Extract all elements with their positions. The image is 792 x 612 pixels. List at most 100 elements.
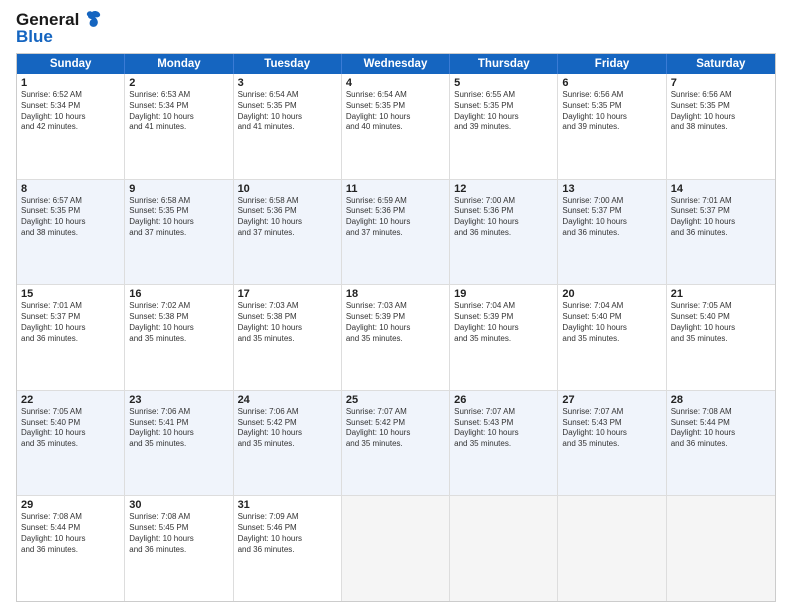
col-header-wednesday: Wednesday (342, 54, 450, 74)
cal-empty-cell (342, 496, 450, 601)
day-number: 14 (671, 183, 771, 195)
cal-day-12: 12Sunrise: 7:00 AMSunset: 5:36 PMDayligh… (450, 180, 558, 285)
cal-day-8: 8Sunrise: 6:57 AMSunset: 5:35 PMDaylight… (17, 180, 125, 285)
day-number: 30 (129, 499, 228, 511)
cal-day-18: 18Sunrise: 7:03 AMSunset: 5:39 PMDayligh… (342, 285, 450, 390)
cal-day-19: 19Sunrise: 7:04 AMSunset: 5:39 PMDayligh… (450, 285, 558, 390)
day-details: Sunrise: 6:54 AMSunset: 5:35 PMDaylight:… (238, 90, 337, 133)
cal-day-22: 22Sunrise: 7:05 AMSunset: 5:40 PMDayligh… (17, 391, 125, 496)
day-details: Sunrise: 6:54 AMSunset: 5:35 PMDaylight:… (346, 90, 445, 133)
day-number: 4 (346, 77, 445, 89)
day-details: Sunrise: 6:58 AMSunset: 5:36 PMDaylight:… (238, 196, 337, 239)
day-details: Sunrise: 7:03 AMSunset: 5:38 PMDaylight:… (238, 301, 337, 344)
cal-day-26: 26Sunrise: 7:07 AMSunset: 5:43 PMDayligh… (450, 391, 558, 496)
day-details: Sunrise: 7:01 AMSunset: 5:37 PMDaylight:… (21, 301, 120, 344)
day-details: Sunrise: 7:01 AMSunset: 5:37 PMDaylight:… (671, 196, 771, 239)
day-number: 29 (21, 499, 120, 511)
day-number: 26 (454, 394, 553, 406)
logo: General Blue (16, 10, 103, 47)
cal-day-10: 10Sunrise: 6:58 AMSunset: 5:36 PMDayligh… (234, 180, 342, 285)
day-details: Sunrise: 6:59 AMSunset: 5:36 PMDaylight:… (346, 196, 445, 239)
day-details: Sunrise: 6:56 AMSunset: 5:35 PMDaylight:… (562, 90, 661, 133)
day-number: 11 (346, 183, 445, 195)
day-details: Sunrise: 7:04 AMSunset: 5:40 PMDaylight:… (562, 301, 661, 344)
col-header-friday: Friday (558, 54, 666, 74)
day-details: Sunrise: 6:57 AMSunset: 5:35 PMDaylight:… (21, 196, 120, 239)
cal-day-25: 25Sunrise: 7:07 AMSunset: 5:42 PMDayligh… (342, 391, 450, 496)
cal-day-30: 30Sunrise: 7:08 AMSunset: 5:45 PMDayligh… (125, 496, 233, 601)
cal-week-1: 1Sunrise: 6:52 AMSunset: 5:34 PMDaylight… (17, 74, 775, 180)
day-number: 7 (671, 77, 771, 89)
day-number: 5 (454, 77, 553, 89)
day-details: Sunrise: 6:53 AMSunset: 5:34 PMDaylight:… (129, 90, 228, 133)
day-details: Sunrise: 7:07 AMSunset: 5:43 PMDaylight:… (454, 407, 553, 450)
day-number: 8 (21, 183, 120, 195)
header: General Blue (16, 10, 776, 47)
day-details: Sunrise: 6:52 AMSunset: 5:34 PMDaylight:… (21, 90, 120, 133)
cal-day-11: 11Sunrise: 6:59 AMSunset: 5:36 PMDayligh… (342, 180, 450, 285)
day-details: Sunrise: 7:04 AMSunset: 5:39 PMDaylight:… (454, 301, 553, 344)
col-header-tuesday: Tuesday (234, 54, 342, 74)
day-number: 13 (562, 183, 661, 195)
day-number: 31 (238, 499, 337, 511)
cal-empty-cell (450, 496, 558, 601)
cal-week-2: 8Sunrise: 6:57 AMSunset: 5:35 PMDaylight… (17, 180, 775, 286)
day-details: Sunrise: 6:56 AMSunset: 5:35 PMDaylight:… (671, 90, 771, 133)
day-number: 2 (129, 77, 228, 89)
day-number: 21 (671, 288, 771, 300)
day-details: Sunrise: 7:07 AMSunset: 5:43 PMDaylight:… (562, 407, 661, 450)
page: General Blue SundayMondayTuesdayWednesda… (0, 0, 792, 612)
cal-day-3: 3Sunrise: 6:54 AMSunset: 5:35 PMDaylight… (234, 74, 342, 179)
day-number: 16 (129, 288, 228, 300)
day-number: 17 (238, 288, 337, 300)
day-number: 25 (346, 394, 445, 406)
cal-week-5: 29Sunrise: 7:08 AMSunset: 5:44 PMDayligh… (17, 496, 775, 601)
day-details: Sunrise: 7:09 AMSunset: 5:46 PMDaylight:… (238, 512, 337, 555)
day-number: 20 (562, 288, 661, 300)
cal-empty-cell (667, 496, 775, 601)
cal-day-7: 7Sunrise: 6:56 AMSunset: 5:35 PMDaylight… (667, 74, 775, 179)
logo-bird-icon (81, 8, 103, 30)
logo-blue: Blue (16, 27, 103, 47)
col-header-thursday: Thursday (450, 54, 558, 74)
col-header-saturday: Saturday (667, 54, 775, 74)
day-number: 23 (129, 394, 228, 406)
calendar-header: SundayMondayTuesdayWednesdayThursdayFrid… (17, 54, 775, 74)
cal-day-20: 20Sunrise: 7:04 AMSunset: 5:40 PMDayligh… (558, 285, 666, 390)
day-number: 18 (346, 288, 445, 300)
day-number: 3 (238, 77, 337, 89)
day-details: Sunrise: 7:06 AMSunset: 5:42 PMDaylight:… (238, 407, 337, 450)
cal-day-15: 15Sunrise: 7:01 AMSunset: 5:37 PMDayligh… (17, 285, 125, 390)
day-details: Sunrise: 7:05 AMSunset: 5:40 PMDaylight:… (21, 407, 120, 450)
cal-day-31: 31Sunrise: 7:09 AMSunset: 5:46 PMDayligh… (234, 496, 342, 601)
cal-week-3: 15Sunrise: 7:01 AMSunset: 5:37 PMDayligh… (17, 285, 775, 391)
day-details: Sunrise: 7:00 AMSunset: 5:36 PMDaylight:… (454, 196, 553, 239)
day-number: 6 (562, 77, 661, 89)
col-header-sunday: Sunday (17, 54, 125, 74)
cal-day-21: 21Sunrise: 7:05 AMSunset: 5:40 PMDayligh… (667, 285, 775, 390)
day-number: 12 (454, 183, 553, 195)
day-number: 22 (21, 394, 120, 406)
cal-day-16: 16Sunrise: 7:02 AMSunset: 5:38 PMDayligh… (125, 285, 233, 390)
cal-day-13: 13Sunrise: 7:00 AMSunset: 5:37 PMDayligh… (558, 180, 666, 285)
day-number: 1 (21, 77, 120, 89)
col-header-monday: Monday (125, 54, 233, 74)
cal-day-2: 2Sunrise: 6:53 AMSunset: 5:34 PMDaylight… (125, 74, 233, 179)
cal-day-9: 9Sunrise: 6:58 AMSunset: 5:35 PMDaylight… (125, 180, 233, 285)
calendar-body: 1Sunrise: 6:52 AMSunset: 5:34 PMDaylight… (17, 74, 775, 601)
cal-empty-cell (558, 496, 666, 601)
day-number: 27 (562, 394, 661, 406)
calendar: SundayMondayTuesdayWednesdayThursdayFrid… (16, 53, 776, 602)
cal-week-4: 22Sunrise: 7:05 AMSunset: 5:40 PMDayligh… (17, 391, 775, 497)
cal-day-6: 6Sunrise: 6:56 AMSunset: 5:35 PMDaylight… (558, 74, 666, 179)
day-number: 24 (238, 394, 337, 406)
day-details: Sunrise: 7:06 AMSunset: 5:41 PMDaylight:… (129, 407, 228, 450)
cal-day-27: 27Sunrise: 7:07 AMSunset: 5:43 PMDayligh… (558, 391, 666, 496)
day-number: 9 (129, 183, 228, 195)
day-number: 19 (454, 288, 553, 300)
cal-day-29: 29Sunrise: 7:08 AMSunset: 5:44 PMDayligh… (17, 496, 125, 601)
cal-day-23: 23Sunrise: 7:06 AMSunset: 5:41 PMDayligh… (125, 391, 233, 496)
day-details: Sunrise: 6:55 AMSunset: 5:35 PMDaylight:… (454, 90, 553, 133)
day-details: Sunrise: 7:08 AMSunset: 5:44 PMDaylight:… (21, 512, 120, 555)
day-details: Sunrise: 7:07 AMSunset: 5:42 PMDaylight:… (346, 407, 445, 450)
